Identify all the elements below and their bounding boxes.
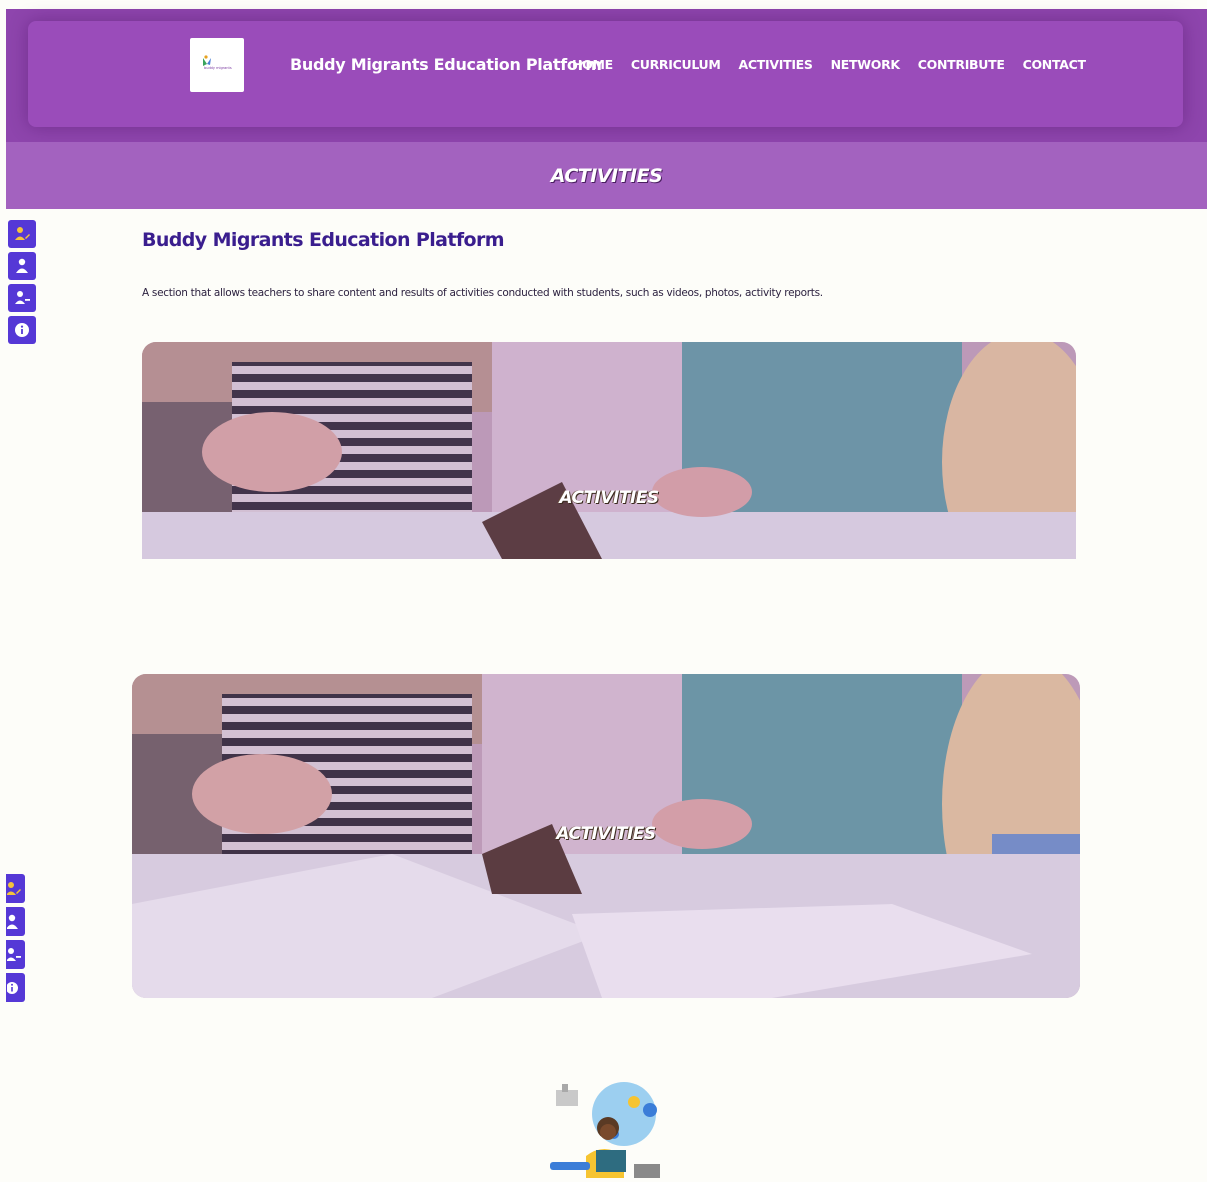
floating-sidebar	[8, 220, 36, 344]
card-label: ACTIVITIES	[559, 488, 659, 508]
user-minus-icon	[15, 291, 30, 304]
site-header	[6, 9, 1207, 142]
main-nav: HOME CURRICULUM ACTIVITIES NETWORK CONTR…	[572, 57, 1104, 72]
info-button[interactable]	[8, 316, 36, 344]
logo-text: buddy migrants	[204, 66, 232, 70]
site-logo[interactable]: buddy migrants	[190, 38, 244, 92]
classroom-photo	[142, 342, 1076, 559]
activities-card[interactable]: ACTIVITIES	[132, 674, 1080, 998]
nav-home[interactable]: HOME	[572, 57, 613, 72]
page-description: A section that allows teachers to share …	[142, 287, 823, 299]
info-button[interactable]	[6, 973, 25, 1002]
user-edit-button[interactable]	[6, 874, 25, 903]
nav-curriculum[interactable]: CURRICULUM	[631, 57, 721, 72]
user-edit-icon	[15, 227, 30, 240]
user-edit-button[interactable]	[8, 220, 36, 248]
nav-network[interactable]: NETWORK	[831, 57, 900, 72]
user-minus-button[interactable]	[8, 284, 36, 312]
page-banner: ACTIVITIES	[6, 142, 1207, 209]
floating-sidebar	[6, 874, 25, 1002]
logo-mark-icon: buddy migrants	[197, 54, 237, 76]
nav-contribute[interactable]: CONTRIBUTE	[918, 57, 1005, 72]
page-title: Buddy Migrants Education Platform	[142, 229, 505, 251]
user-button[interactable]	[6, 907, 25, 936]
info-icon	[6, 981, 18, 994]
info-icon	[15, 323, 29, 337]
user-minus-button[interactable]	[6, 940, 25, 969]
brand-title[interactable]: Buddy Migrants Education Platform	[290, 55, 602, 74]
user-button[interactable]	[8, 252, 36, 280]
card-label: ACTIVITIES	[556, 824, 656, 844]
user-minus-icon	[6, 947, 21, 961]
banner-title: ACTIVITIES	[550, 164, 663, 187]
user-edit-icon	[6, 881, 21, 895]
nav-activities[interactable]: ACTIVITIES	[739, 57, 813, 72]
nav-contact[interactable]: CONTACT	[1023, 57, 1086, 72]
student-learning-illustration	[546, 1076, 666, 1178]
activities-card[interactable]: ACTIVITIES	[142, 342, 1076, 559]
user-icon	[6, 914, 18, 929]
user-icon	[16, 258, 28, 273]
